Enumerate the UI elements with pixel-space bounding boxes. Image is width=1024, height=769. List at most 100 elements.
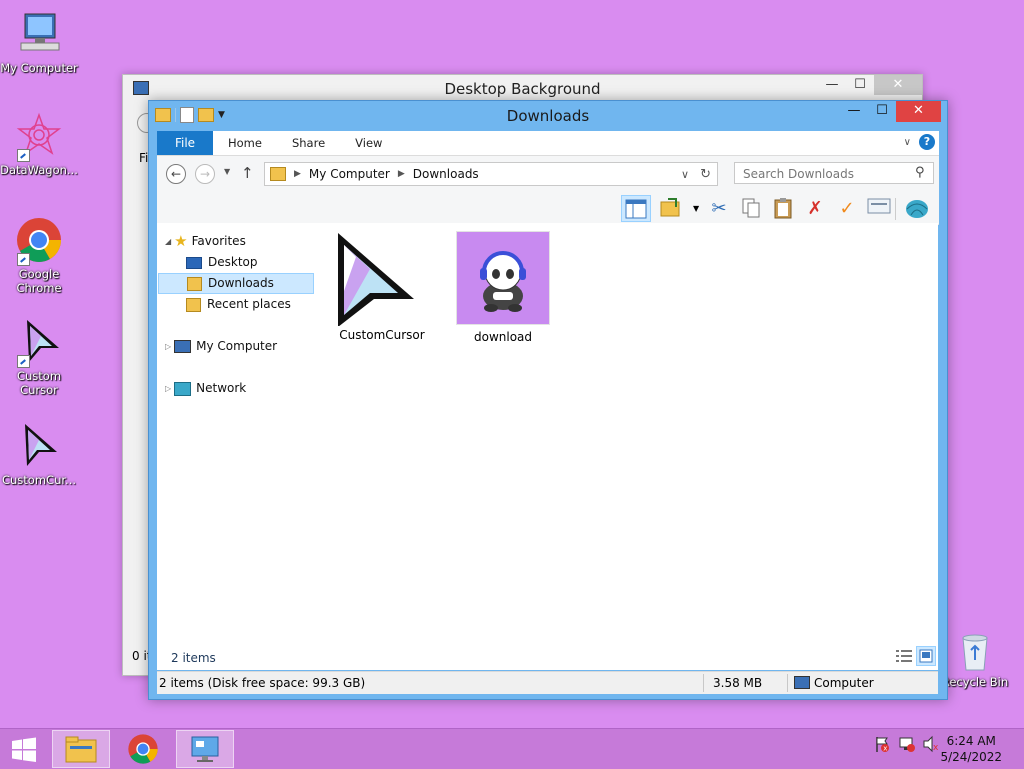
desktop-folder-icon — [186, 256, 202, 269]
address-dropdown-icon[interactable]: ∨ — [681, 168, 689, 181]
help-icon[interactable]: ? — [919, 134, 935, 150]
file-item[interactable]: CustomCursor — [332, 231, 432, 342]
item-count: 2 items — [171, 651, 216, 665]
action-center-flag-icon[interactable]: x — [874, 735, 890, 756]
file-item[interactable]: download — [453, 231, 553, 344]
minimize-button[interactable]: — — [818, 75, 846, 95]
minimize-button[interactable]: — — [840, 101, 868, 122]
desktop-icon-my-computer[interactable]: My Computer — [0, 10, 78, 75]
delete-icon[interactable]: ✗ — [803, 197, 827, 221]
file-name: download — [473, 330, 533, 344]
clock-time: 6:24 AM — [946, 734, 996, 748]
desktop-icon-label: My Computer — [0, 61, 78, 75]
internet-options-icon[interactable] — [905, 197, 929, 221]
cursor-file-icon — [332, 231, 432, 326]
details-view-icon[interactable] — [896, 649, 912, 663]
status-location: Computer — [814, 676, 874, 690]
nav-item-downloads[interactable]: Downloads — [158, 273, 314, 294]
tab-home[interactable]: Home — [213, 131, 277, 155]
control-panel-icon — [191, 736, 219, 762]
desktop-icon-label: Custom Cursor — [16, 369, 62, 397]
close-button[interactable]: ✕ — [896, 101, 941, 122]
breadcrumb-my-computer[interactable]: My Computer — [309, 167, 390, 181]
status-size: 3.58 MB — [713, 676, 763, 690]
rename-check-icon[interactable]: ✓ — [835, 197, 859, 221]
cursor-icon — [15, 422, 63, 470]
shortcut-arrow-icon — [17, 149, 30, 162]
navigation-bar: ← → ▼ ↑ ▶ My Computer ▶ Downloads ∨ ↻ Se… — [157, 155, 939, 192]
desktop-icon-label: CustomCur... — [1, 473, 76, 487]
window-app-icon — [133, 81, 149, 95]
panda-gamer-icon — [480, 251, 526, 312]
close-button[interactable]: ✕ — [874, 75, 922, 95]
copy-icon[interactable] — [739, 197, 763, 221]
maximize-button[interactable]: ☐ — [846, 75, 874, 95]
nav-item-network[interactable]: ▷ Network — [165, 378, 246, 399]
svg-text:x: x — [883, 745, 887, 753]
network-status-icon[interactable] — [898, 735, 916, 756]
back-button[interactable]: ← — [166, 164, 186, 184]
tab-share[interactable]: Share — [277, 131, 340, 155]
taskbar-file-explorer[interactable] — [52, 730, 110, 768]
clock-date: 5/24/2022 — [940, 750, 1002, 764]
star-icon: ★ — [174, 232, 188, 250]
nav-item-recent-places[interactable]: Recent places — [186, 294, 291, 315]
chrome-icon — [15, 216, 63, 266]
breadcrumb-separator-icon[interactable]: ▶ — [398, 169, 405, 179]
preview-pane-icon[interactable] — [621, 195, 651, 222]
title-bar[interactable]: ▼ Downloads — ☐ ✕ — [149, 101, 947, 131]
nav-item-favorites[interactable]: ◢ ★ Favorites — [165, 231, 246, 252]
datawagon-icon — [15, 112, 63, 162]
desktop-icon-google-chrome[interactable]: Google Chrome — [0, 216, 78, 295]
command-toolbar: ▼ ✂ ✗ ✓ — [157, 192, 939, 225]
chevron-down-icon[interactable]: ▼ — [693, 204, 699, 213]
refresh-icon[interactable]: ↻ — [700, 167, 711, 182]
up-arrow-icon[interactable]: ↑ — [241, 164, 254, 182]
taskbar-display-settings[interactable] — [176, 730, 234, 768]
nav-item-label: My Computer — [196, 339, 278, 353]
nav-item-label: Downloads — [208, 276, 274, 290]
breadcrumb-downloads[interactable]: Downloads — [413, 167, 479, 181]
downloads-folder-icon — [187, 276, 202, 291]
taskbar-google-chrome[interactable] — [114, 730, 172, 768]
nav-item-desktop[interactable]: Desktop — [186, 252, 258, 273]
desktop-icon-datawagon[interactable]: DataWagon... — [0, 112, 78, 177]
image-thumbnail — [456, 231, 550, 325]
explorer-window[interactable]: ▼ Downloads — ☐ ✕ File Home Share View ∨… — [148, 100, 948, 700]
paste-icon[interactable] — [771, 197, 795, 221]
volume-muted-icon[interactable]: x — [922, 735, 940, 756]
move-to-folder-icon[interactable] — [659, 197, 683, 221]
window-title: Downloads — [506, 107, 590, 125]
nav-item-label: Desktop — [208, 255, 258, 269]
desktop-icon-custom-cursor-shortcut[interactable]: Custom Cursor — [0, 318, 78, 397]
recent-locations-chevron-icon[interactable]: ▼ — [224, 167, 230, 176]
forward-button[interactable]: → — [195, 164, 215, 184]
search-input[interactable]: Search Downloads — [734, 162, 934, 184]
maximize-button[interactable]: ☐ — [868, 101, 896, 122]
start-button[interactable] — [0, 730, 46, 768]
ribbon-tabs: File Home Share View ∨ ? — [157, 131, 939, 155]
properties-icon[interactable] — [867, 197, 891, 221]
address-bar[interactable]: ▶ My Computer ▶ Downloads ∨ ↻ — [264, 162, 718, 186]
tab-view[interactable]: View — [340, 131, 397, 155]
side-label: Fi — [139, 151, 149, 165]
computer-icon — [794, 676, 810, 689]
folder-download-icon — [270, 167, 286, 181]
breadcrumb-separator-icon[interactable]: ▶ — [294, 169, 301, 179]
expand-arrow-icon[interactable]: ▷ — [165, 378, 171, 399]
cut-icon[interactable]: ✂ — [707, 197, 731, 221]
shortcut-arrow-icon — [17, 355, 30, 368]
collapse-arrow-icon[interactable]: ◢ — [165, 231, 171, 252]
nav-item-my-computer[interactable]: ▷ My Computer — [165, 336, 277, 357]
taskbar-clock[interactable]: 6:24 AM 5/24/2022 — [940, 733, 1002, 765]
recycle-bin-icon — [951, 632, 999, 672]
network-icon — [174, 381, 192, 396]
nav-item-label: Network — [196, 381, 247, 395]
chevron-down-icon[interactable]: ∨ — [904, 137, 911, 148]
large-icons-view-icon[interactable] — [916, 646, 936, 666]
desktop-icon-customcursor-file[interactable]: CustomCur... — [0, 422, 78, 487]
tab-file[interactable]: File — [157, 131, 213, 155]
chrome-icon — [128, 734, 158, 764]
search-icon[interactable]: ⚲ — [915, 165, 925, 180]
expand-arrow-icon[interactable]: ▷ — [165, 336, 171, 357]
